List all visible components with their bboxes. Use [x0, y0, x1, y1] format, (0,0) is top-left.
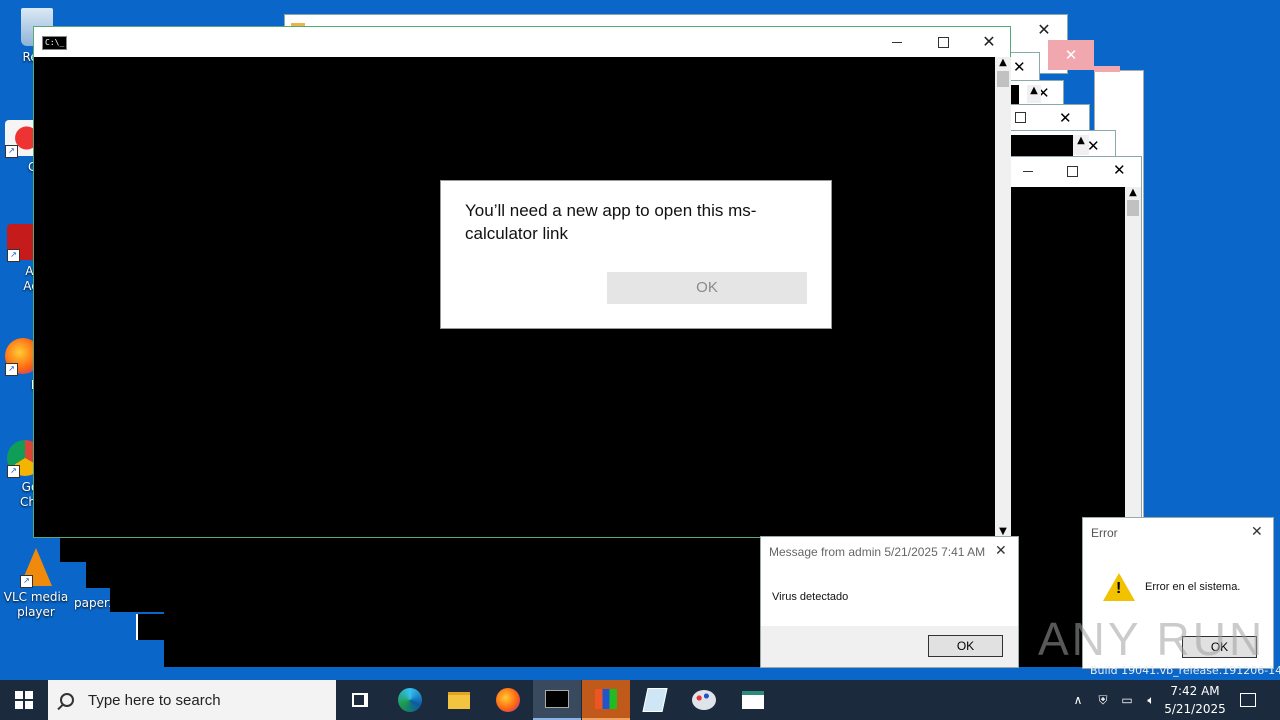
- warning-icon: !: [1103, 573, 1135, 601]
- cmd-icon: [545, 690, 569, 708]
- close-icon[interactable]: ✕: [1251, 523, 1263, 540]
- search-icon: [57, 693, 74, 711]
- shortcut-arrow-icon: ↗: [7, 249, 20, 262]
- search-placeholder: Type here to search: [88, 691, 221, 709]
- build-watermark: Build 19041.vb_release.191206-1406: [1090, 664, 1280, 677]
- shortcut-arrow-icon: ↗: [5, 363, 18, 376]
- close-icon[interactable]: ✕: [966, 27, 1012, 57]
- taskbar-notepad[interactable]: [631, 680, 679, 720]
- taskbar: Type here to search ∧ ⛨ ▭ 🔈︎ 7:42 AM 5/2…: [0, 680, 1280, 720]
- paint-palette-icon: [692, 690, 716, 710]
- scrollbar-thumb[interactable]: [997, 71, 1009, 87]
- taskbar-colorful-app[interactable]: [582, 680, 630, 720]
- console-fragment: [86, 562, 110, 588]
- network-icon[interactable]: ▭: [1116, 680, 1138, 720]
- maximize-icon[interactable]: [920, 27, 966, 57]
- shortcut-arrow-icon: ↗: [20, 575, 33, 588]
- minimize-icon[interactable]: [1023, 171, 1033, 172]
- close-icon[interactable]: ✕: [1059, 109, 1072, 127]
- start-button[interactable]: [0, 680, 48, 720]
- background-window-close-highlight[interactable]: ✕: [1048, 40, 1094, 70]
- minimize-icon[interactable]: [874, 27, 920, 57]
- maximize-icon[interactable]: [1015, 112, 1026, 123]
- volume-icon[interactable]: 🔈︎: [1140, 680, 1162, 720]
- folder-icon: [448, 691, 470, 709]
- close-icon[interactable]: ✕: [1013, 58, 1026, 76]
- taskbar-wordpad[interactable]: [729, 680, 777, 720]
- notepad-icon: [642, 688, 668, 712]
- console-fragment: [60, 536, 110, 562]
- admin-message-box[interactable]: Message from admin 5/21/2025 7:41 AM ✕ V…: [761, 537, 1018, 667]
- windows-logo-icon: [15, 691, 33, 709]
- console-fragment: [110, 536, 164, 612]
- clock[interactable]: 7:42 AM 5/21/2025: [1162, 680, 1228, 720]
- close-icon[interactable]: ✕: [1113, 161, 1126, 179]
- taskbar-cmd[interactable]: [533, 680, 581, 720]
- scrollbar-up-icon[interactable]: ▲: [1027, 85, 1041, 103]
- task-view-icon: [352, 693, 368, 707]
- anyrun-watermark: ANY RUN: [1038, 613, 1266, 665]
- notifications-button[interactable]: [1234, 680, 1262, 720]
- shortcut-arrow-icon: ↗: [5, 145, 18, 158]
- task-view-button[interactable]: [336, 680, 384, 720]
- close-icon[interactable]: ✕: [1087, 137, 1100, 155]
- edge-icon: [398, 688, 422, 712]
- close-icon[interactable]: ✕: [995, 542, 1007, 559]
- taskbar-search-box[interactable]: Type here to search: [48, 680, 336, 720]
- maximize-icon[interactable]: [1067, 166, 1078, 177]
- shortcut-arrow-icon: ↗: [7, 465, 20, 478]
- taskbar-firefox[interactable]: [484, 680, 532, 720]
- taskbar-file-explorer[interactable]: [435, 680, 483, 720]
- ok-button[interactable]: OK: [928, 635, 1003, 657]
- scroll-down-icon[interactable]: ▼: [995, 526, 1011, 537]
- message-title: Message from admin 5/21/2025 7:41 AM: [769, 545, 986, 559]
- scrollbar-thumb[interactable]: [1127, 200, 1139, 216]
- taskbar-paint[interactable]: [680, 680, 728, 720]
- vlc-cone-icon: ↗: [20, 548, 52, 588]
- cmd-app-icon: C:\_: [42, 36, 68, 50]
- vertical-scrollbar[interactable]: ▲ ▼: [995, 57, 1011, 537]
- background-window-accent: [1094, 66, 1120, 72]
- show-hidden-icons[interactable]: ∧: [1068, 680, 1088, 720]
- desktop-icon-label: VLC media player: [3, 590, 69, 619]
- ok-button[interactable]: OK: [607, 272, 807, 304]
- colorful-blocks-icon: [595, 689, 617, 709]
- clock-date: 5/21/2025: [1164, 702, 1226, 716]
- clock-time: 7:42 AM: [1170, 684, 1220, 698]
- error-title: Error: [1091, 526, 1118, 540]
- console-strip: [1011, 85, 1019, 105]
- console-fragment: [164, 536, 764, 667]
- scroll-up-icon[interactable]: ▲: [995, 57, 1011, 71]
- firefox-icon: [496, 688, 520, 712]
- background-window-6[interactable]: ▲ ✕: [1010, 130, 1116, 159]
- console-fragment: [136, 614, 166, 640]
- dialog-message: You’ll need a new app to open this ms-ca…: [465, 201, 757, 243]
- wordpad-icon: [742, 691, 764, 709]
- message-body: Virus detectado: [772, 591, 849, 603]
- desktop-icon-paperx[interactable]: paperx: [74, 596, 114, 611]
- taskbar-edge[interactable]: [386, 680, 434, 720]
- error-body: Error en el sistema.: [1145, 581, 1241, 593]
- desktop-icon-label: paperx: [74, 596, 114, 610]
- notification-icon: [1240, 693, 1256, 707]
- new-app-dialog[interactable]: You’ll need a new app to open this ms-ca…: [440, 180, 832, 329]
- security-icon[interactable]: ⛨: [1092, 680, 1114, 720]
